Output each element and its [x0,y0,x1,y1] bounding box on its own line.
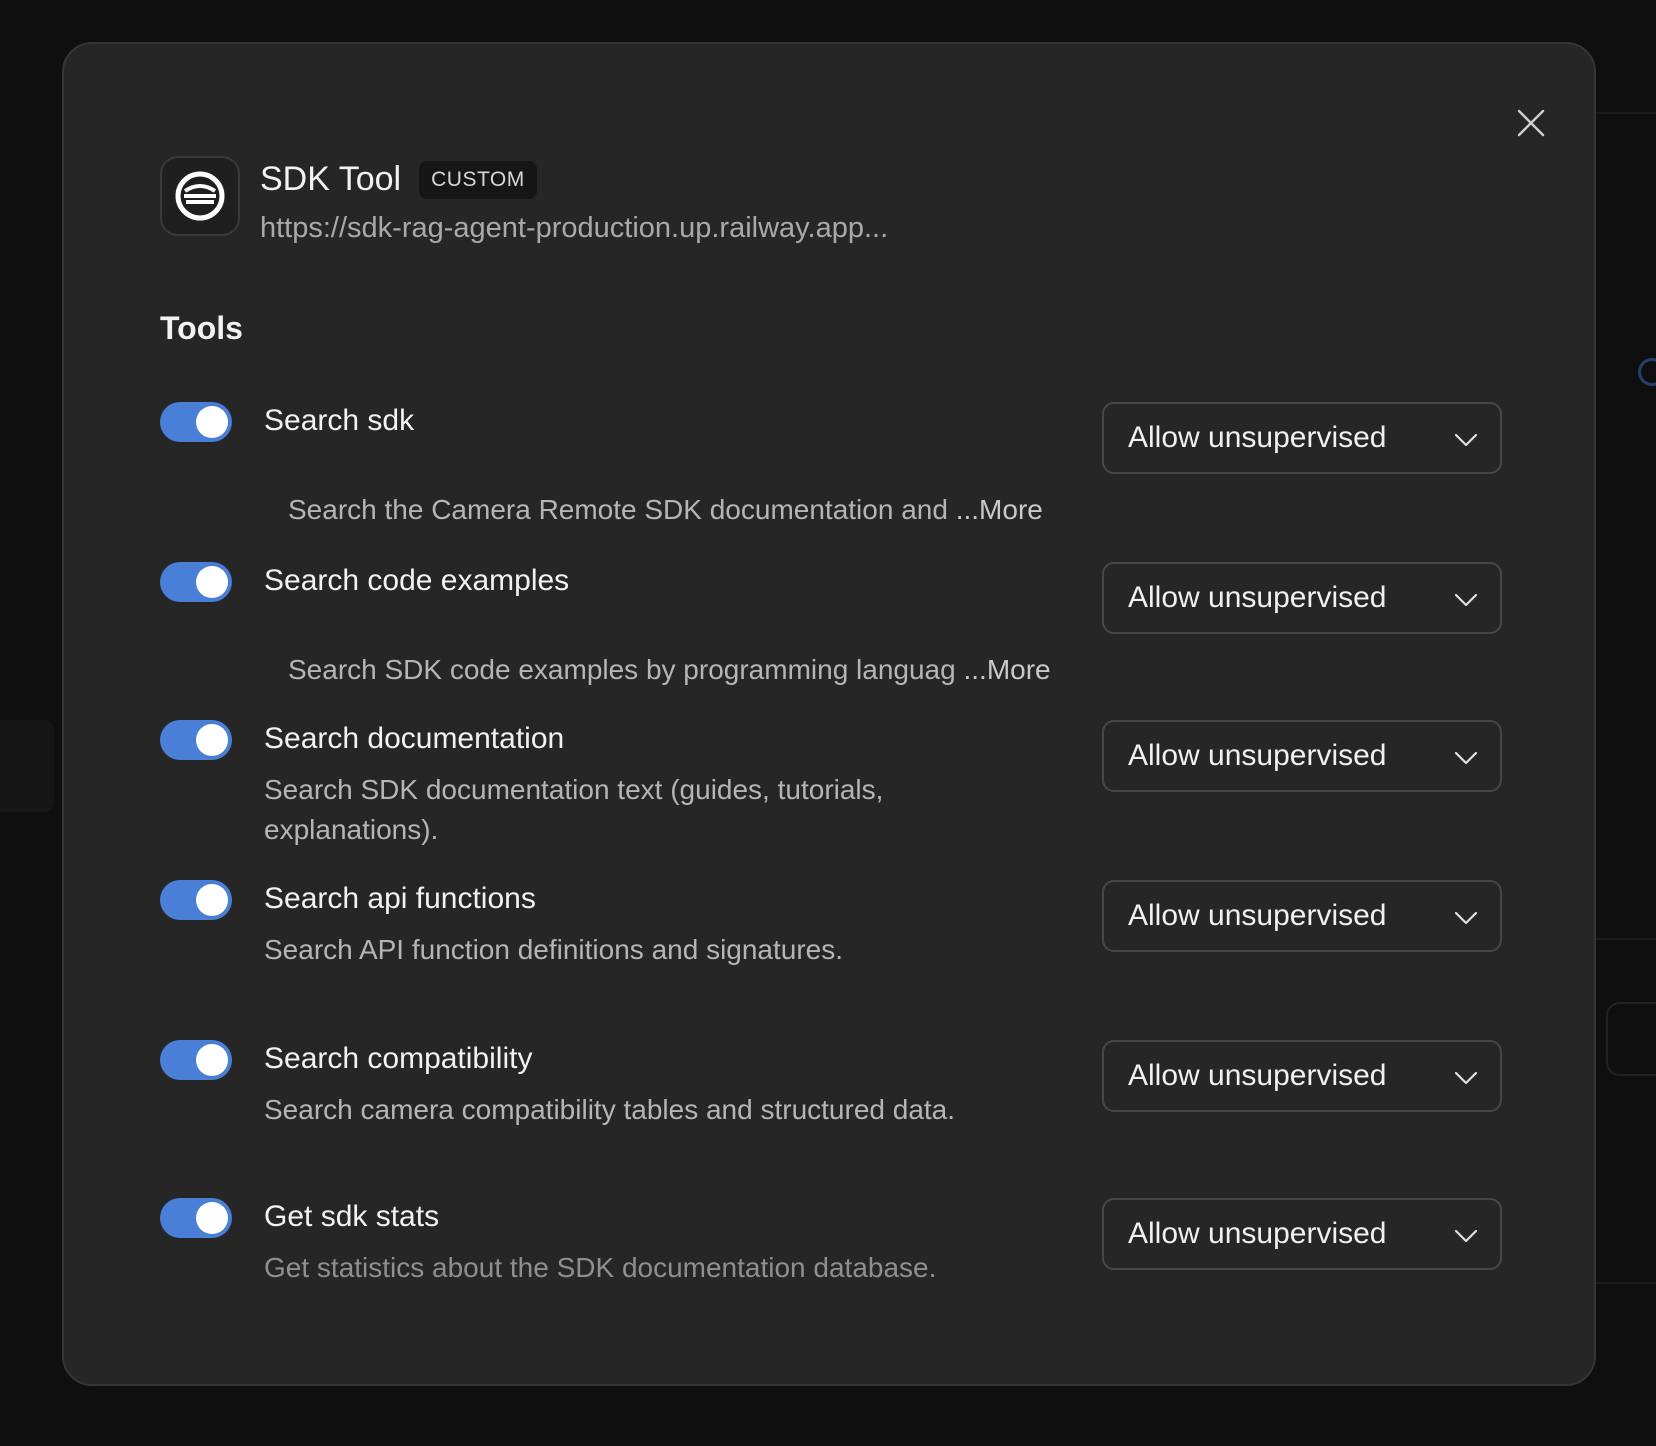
toggle-knob [196,724,228,756]
tools-section-title: Tools [160,310,243,346]
toggle-knob [196,884,228,916]
chevron-down-icon [1454,1071,1478,1085]
permission-value: Allow unsupervised [1128,739,1387,772]
tool-toggle[interactable] [160,720,232,760]
tool-description: Search API function definitions and sign… [264,934,844,965]
background-divider [1596,112,1656,114]
tool-toggle[interactable] [160,402,232,442]
permission-select[interactable]: Allow unsupervised [1102,720,1502,792]
tool-settings-modal: SDK Tool CUSTOM https://sdk-rag-agent-pr… [62,42,1596,1386]
background-button [1606,1002,1656,1076]
tool-name: Search documentation [264,722,565,755]
more-link[interactable]: ...More [963,654,1050,685]
tool-description: Search camera compatibility tables and s… [264,1094,956,1125]
background-divider [1596,1282,1656,1284]
chevron-down-icon [1454,911,1478,925]
background-ring [1638,358,1656,386]
sdk-logo-icon [175,171,225,221]
tool-description-text: Search SDK code examples by programming … [288,654,956,685]
toggle-knob [196,406,228,438]
background-divider [1596,938,1656,940]
tool-logo [160,156,240,236]
more-link[interactable]: ...More [956,494,1043,525]
tool-title: SDK Tool [260,160,402,198]
tool-name: Search sdk [264,404,415,437]
tool-description: Search SDK documentation text (guides, t… [264,774,884,845]
chevron-down-icon [1454,593,1478,607]
tool-name: Search compatibility [264,1042,533,1075]
permission-select[interactable]: Allow unsupervised [1102,880,1502,952]
permission-select[interactable]: Allow unsupervised [1102,1040,1502,1112]
tool-description: Search SDK code examples by programming … [288,650,1051,690]
tool-url: https://sdk-rag-agent-production.up.rail… [260,212,889,244]
tool-toggle[interactable] [160,1198,232,1238]
toggle-knob [196,1044,228,1076]
permission-value: Allow unsupervised [1128,899,1387,932]
permission-select[interactable]: Allow unsupervised [1102,1198,1502,1270]
tool-name: Search code examples [264,564,570,597]
tool-name: Search api functions [264,882,536,915]
close-button[interactable] [1510,102,1552,144]
chevron-down-icon [1454,751,1478,765]
tool-description: Get statistics about the SDK documentati… [264,1252,937,1283]
permission-select[interactable]: Allow unsupervised [1102,562,1502,634]
permission-value: Allow unsupervised [1128,581,1387,614]
tool-toggle[interactable] [160,562,232,602]
tool-description-text: Search the Camera Remote SDK documentati… [288,494,948,525]
title-row: SDK Tool CUSTOM [260,160,537,199]
chevron-down-icon [1454,433,1478,447]
permission-value: Allow unsupervised [1128,421,1387,454]
tool-name: Get sdk stats [264,1200,440,1233]
tool-description: Search the Camera Remote SDK documentati… [288,490,1043,530]
chevron-down-icon [1454,1229,1478,1243]
permission-value: Allow unsupervised [1128,1059,1387,1092]
background-panel [0,720,54,812]
toggle-knob [196,1202,228,1234]
custom-badge: CUSTOM [419,160,537,199]
toggle-knob [196,566,228,598]
tool-toggle[interactable] [160,880,232,920]
close-icon [1517,109,1545,137]
permission-select[interactable]: Allow unsupervised [1102,402,1502,474]
permission-value: Allow unsupervised [1128,1217,1387,1250]
tool-toggle[interactable] [160,1040,232,1080]
